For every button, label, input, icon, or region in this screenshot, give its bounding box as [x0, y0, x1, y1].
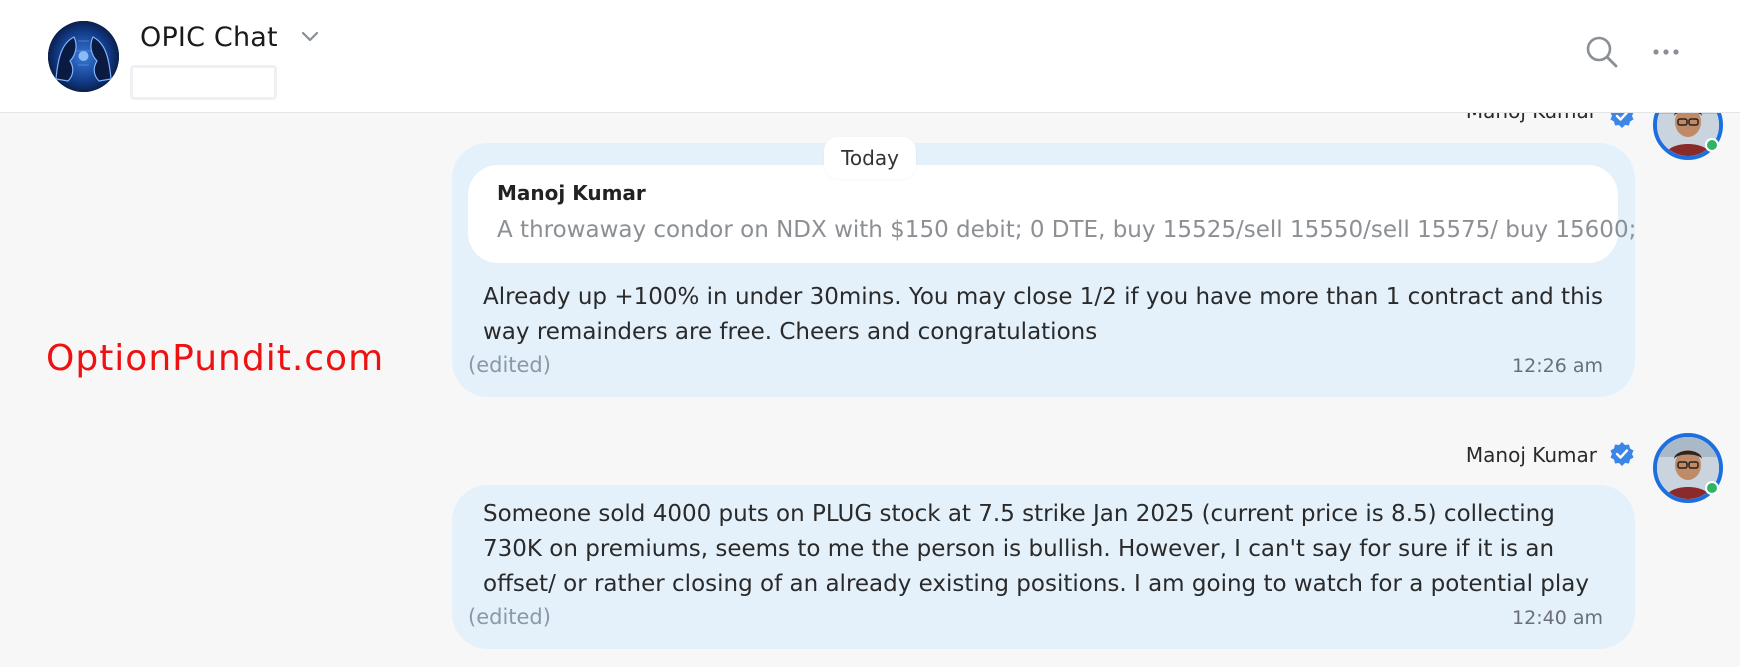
message-list[interactable]: Manoj Kumar Manoj Kumar A throwaway cond… — [0, 113, 1740, 667]
message-sender: Manoj Kumar — [1466, 113, 1597, 123]
online-status-dot — [1705, 481, 1719, 495]
watermark-text: OptionPundit.com — [46, 338, 385, 379]
message-bubble[interactable]: Manoj Kumar A throwaway condor on NDX wi… — [452, 143, 1636, 397]
message-time: 12:26 am — [1512, 355, 1603, 377]
search-icon[interactable] — [1584, 34, 1620, 70]
message-sender: Manoj Kumar — [1465, 443, 1597, 467]
message-time: 12:40 am — [1512, 607, 1603, 629]
message-bubble[interactable]: Someone sold 4000 puts on PLUG stock at … — [452, 485, 1635, 649]
chat-header: OPIC Chat — [0, 0, 1740, 113]
date-separator: Today — [824, 137, 916, 179]
avatar[interactable] — [1653, 113, 1723, 160]
message-text: Already up +100% in under 30mins. You ma… — [483, 284, 1604, 345]
group-avatar-icon — [48, 21, 119, 92]
quoted-text: A throwaway condor on NDX with $150 debi… — [497, 217, 1637, 243]
message-text: Someone sold 4000 puts on PLUG stock at … — [483, 501, 1589, 597]
group-avatar[interactable] — [48, 21, 119, 92]
quoted-message[interactable]: Manoj Kumar A throwaway condor on NDX wi… — [468, 165, 1636, 263]
chevron-down-icon[interactable] — [300, 30, 320, 44]
chat-title[interactable]: OPIC Chat — [140, 22, 278, 53]
edited-label: (edited) — [468, 605, 551, 629]
more-options-icon[interactable] — [1652, 40, 1680, 64]
chat-subtitle — [130, 65, 277, 100]
edited-label: (edited) — [468, 353, 551, 377]
online-status-dot — [1705, 138, 1719, 152]
verified-badge-icon — [1610, 113, 1634, 128]
quoted-author: Manoj Kumar — [497, 181, 646, 205]
verified-badge-icon — [1610, 442, 1634, 466]
